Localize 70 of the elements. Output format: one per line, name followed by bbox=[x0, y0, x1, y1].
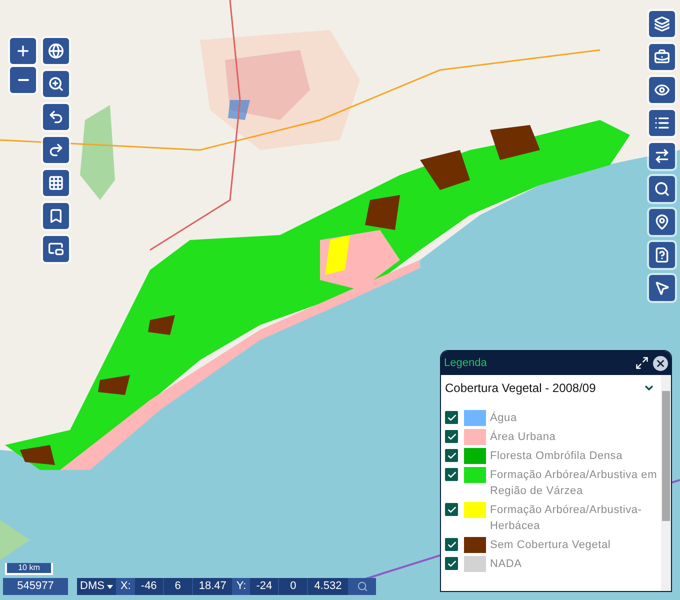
legend-label: Formação Arbórea/Arbustiva em Região de Várzea bbox=[490, 468, 658, 499]
coordinate-field[interactable]: 18.47 bbox=[192, 578, 232, 595]
zoom-in-icon bbox=[15, 43, 31, 59]
search-icon bbox=[654, 181, 670, 197]
map-pin-icon bbox=[654, 214, 670, 230]
list-button[interactable] bbox=[649, 110, 675, 136]
bookmark-icon bbox=[48, 208, 64, 224]
coordinate-field[interactable]: -24 bbox=[250, 578, 278, 595]
close-icon bbox=[655, 358, 666, 368]
legend-checkbox[interactable] bbox=[445, 411, 458, 424]
coordinate-field[interactable]: 6 bbox=[164, 578, 192, 595]
legend-checkbox[interactable] bbox=[445, 468, 458, 481]
legend-label: NADA bbox=[490, 557, 522, 572]
pointer-button[interactable] bbox=[649, 275, 675, 301]
map-pin-button[interactable] bbox=[649, 209, 675, 235]
check-icon bbox=[446, 504, 456, 514]
grid-icon bbox=[48, 175, 64, 191]
list-icon bbox=[654, 115, 670, 131]
eye-button[interactable] bbox=[649, 77, 675, 103]
legend-checkbox[interactable] bbox=[445, 503, 458, 516]
help-button[interactable] bbox=[649, 242, 675, 268]
eye-icon bbox=[654, 82, 670, 98]
scale-value: 545977 bbox=[3, 578, 68, 595]
legend-checkbox[interactable] bbox=[445, 557, 458, 570]
briefcase-icon bbox=[654, 49, 670, 65]
zoom-in-button[interactable] bbox=[10, 38, 36, 64]
legend-label: Água bbox=[490, 410, 517, 426]
zoom-area-icon bbox=[48, 76, 64, 92]
format-dropdown[interactable]: DMS bbox=[77, 578, 116, 595]
globe-button[interactable] bbox=[43, 38, 69, 64]
legend-title: Legenda bbox=[444, 356, 488, 371]
search-icon bbox=[356, 581, 368, 592]
globe-icon bbox=[48, 43, 64, 59]
arrows-button[interactable] bbox=[649, 143, 675, 169]
zoom-out-button[interactable] bbox=[10, 67, 36, 93]
undo-button[interactable] bbox=[43, 104, 69, 130]
layers-button[interactable] bbox=[649, 11, 675, 37]
legend-label: Área Urbana bbox=[490, 430, 556, 445]
legend-label: Floresta Ombrófila Densa bbox=[490, 449, 623, 464]
legend-label: Formação Arbórea/Arbustiva-Herbácea bbox=[490, 503, 643, 534]
close-button[interactable] bbox=[653, 356, 668, 370]
redo-icon bbox=[48, 142, 64, 158]
help-icon bbox=[654, 247, 670, 263]
zoom-out-icon bbox=[18, 78, 28, 82]
bookmark-button[interactable] bbox=[43, 203, 69, 229]
scrollbar[interactable] bbox=[661, 375, 671, 591]
layers-icon bbox=[654, 16, 670, 32]
coordinate-field[interactable]: -46 bbox=[134, 578, 163, 595]
x-label: X: bbox=[119, 579, 132, 594]
search-button[interactable] bbox=[649, 176, 675, 202]
legend-checkbox[interactable] bbox=[445, 430, 458, 443]
coordinate-field[interactable]: 4.532 bbox=[308, 578, 348, 595]
arrows-icon bbox=[654, 148, 670, 164]
scale-bar: 10 km bbox=[5, 563, 53, 575]
legend-checkbox[interactable] bbox=[445, 449, 458, 462]
legend-checkbox[interactable] bbox=[445, 538, 458, 551]
legend-label: Sem Cobertura Vegetal bbox=[490, 538, 611, 553]
group-title: Cobertura Vegetal - 2008/09 bbox=[445, 380, 596, 397]
maximize-icon[interactable] bbox=[635, 356, 649, 370]
redo-button[interactable] bbox=[43, 137, 69, 163]
briefcase-button[interactable] bbox=[649, 44, 675, 70]
pointer-icon bbox=[654, 280, 670, 296]
window-icon bbox=[48, 241, 64, 257]
window-button[interactable] bbox=[43, 236, 69, 262]
y-label: Y: bbox=[235, 579, 248, 594]
caret-icon bbox=[107, 584, 114, 588]
zoom-area-button[interactable] bbox=[43, 71, 69, 97]
undo-icon bbox=[48, 109, 64, 125]
grid-button[interactable] bbox=[43, 170, 69, 196]
coordinate-field[interactable]: 0 bbox=[279, 578, 308, 595]
